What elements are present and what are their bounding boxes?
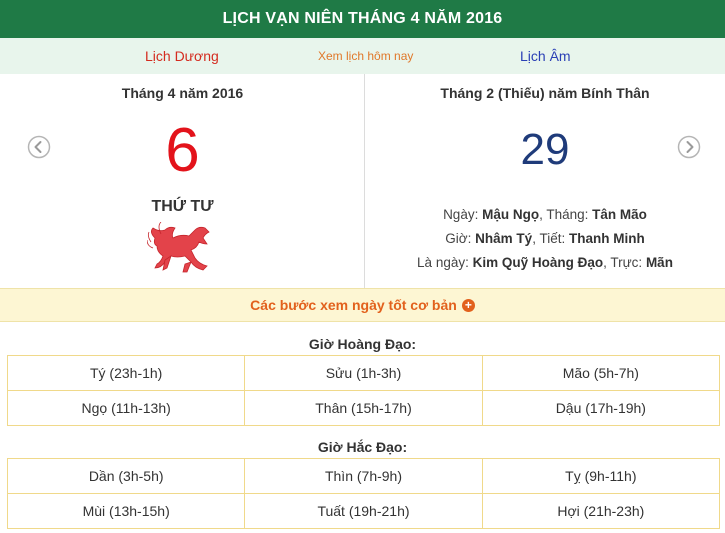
chevron-right-icon — [677, 135, 701, 159]
previous-day-button[interactable] — [27, 135, 51, 159]
lunar-day-value: Mậu Ngọ — [482, 207, 540, 222]
hour-cell: Ngọ (11h-13h) — [6, 390, 246, 426]
solar-month-year: Tháng 4 năm 2016 — [121, 85, 244, 101]
lunar-day-month-line: Ngày: Mậu Ngọ, Tháng: Tân Mão — [365, 207, 725, 222]
lunar-hour-label: Giờ: — [445, 231, 472, 246]
hour-cell: Tỵ (9h-11h) — [481, 458, 721, 494]
date-panels: Tháng 4 năm 2016 6 THỨ TƯ Tháng 2 (Thiếu… — [0, 74, 725, 288]
hour-cell: Mùi (13h-15h) — [6, 493, 246, 529]
hour-cell: Dậu (17h-19h) — [481, 390, 721, 426]
solar-day-number: 6 — [165, 116, 200, 185]
hour-cell: Sửu (1h-3h) — [244, 355, 483, 391]
page-title: LỊCH VẠN NIÊN THÁNG 4 NĂM 2016 — [0, 0, 725, 38]
next-day-button[interactable] — [677, 135, 701, 159]
hour-cell: Thân (15h-17h) — [244, 390, 483, 426]
lunar-term-label: , Tiết: — [532, 231, 566, 246]
lunar-day-label: Ngày: — [443, 207, 479, 222]
hour-cell: Mão (5h-7h) — [481, 355, 721, 391]
plus-circle-icon: + — [461, 298, 475, 312]
good-day-steps-toggle[interactable]: Các bước xem ngày tốt cơ bản + — [0, 288, 725, 322]
today-calendar-link[interactable]: Xem lịch hôm nay — [318, 38, 413, 74]
solar-weekday: THỨ TƯ — [151, 198, 214, 215]
inauspicious-hours-table: Dần (3h-5h) Thìn (7h-9h) Tỵ (9h-11h) Mùi… — [6, 458, 721, 529]
horse-zodiac-icon — [147, 222, 210, 273]
day-type-label: Là ngày: — [417, 255, 469, 270]
auspicious-hours-title: Giờ Hoàng Đạo: — [308, 336, 417, 352]
chevron-left-icon — [27, 135, 51, 159]
truc-value: Mãn — [645, 255, 673, 270]
lunar-month-year: Tháng 2 (Thiếu) năm Bính Thân — [440, 85, 650, 101]
truc-label: , Trực: — [603, 255, 643, 270]
lunar-day-type-line: Là ngày: Kim Quỹ Hoàng Đạo, Trực: Mãn — [365, 255, 725, 270]
lunar-month-value: Tân Mão — [592, 207, 647, 222]
lunar-calendar-link[interactable]: Lịch Âm — [520, 38, 571, 74]
lunar-month-label: , Tháng: — [539, 207, 589, 222]
lunar-term-value: Thanh Minh — [568, 231, 645, 246]
solar-calendar-link[interactable]: Lịch Dương — [145, 38, 219, 74]
calendar-nav: Lịch Dương Xem lịch hôm nay Lịch Âm — [0, 38, 725, 74]
table-row: Ngọ (11h-13h) Thân (15h-17h) Dậu (17h-19… — [6, 390, 721, 426]
day-type-value: Kim Quỹ Hoàng Đạo — [472, 255, 604, 270]
steps-label: Các bước xem ngày tốt cơ bản — [250, 297, 457, 313]
lunar-day-number: 29 — [520, 125, 570, 174]
hour-cell: Dần (3h-5h) — [6, 458, 246, 494]
lunar-hour-term-line: Giờ: Nhâm Tý, Tiết: Thanh Minh — [365, 231, 725, 246]
hour-cell: Hợi (21h-23h) — [481, 493, 721, 529]
lunar-hour-value: Nhâm Tý — [475, 231, 533, 246]
auspicious-hours-table: Tý (23h-1h) Sửu (1h-3h) Mão (5h-7h) Ngọ … — [6, 355, 721, 426]
table-row: Mùi (13h-15h) Tuất (19h-21h) Hợi (21h-23… — [6, 493, 721, 529]
table-row: Tý (23h-1h) Sửu (1h-3h) Mão (5h-7h) — [6, 355, 721, 391]
hour-cell: Tuất (19h-21h) — [244, 493, 483, 529]
inauspicious-hours-title: Giờ Hắc Đạo: — [317, 439, 408, 455]
table-row: Dần (3h-5h) Thìn (7h-9h) Tỵ (9h-11h) — [6, 458, 721, 494]
hour-cell: Thìn (7h-9h) — [244, 458, 483, 494]
hour-cell: Tý (23h-1h) — [6, 355, 246, 391]
